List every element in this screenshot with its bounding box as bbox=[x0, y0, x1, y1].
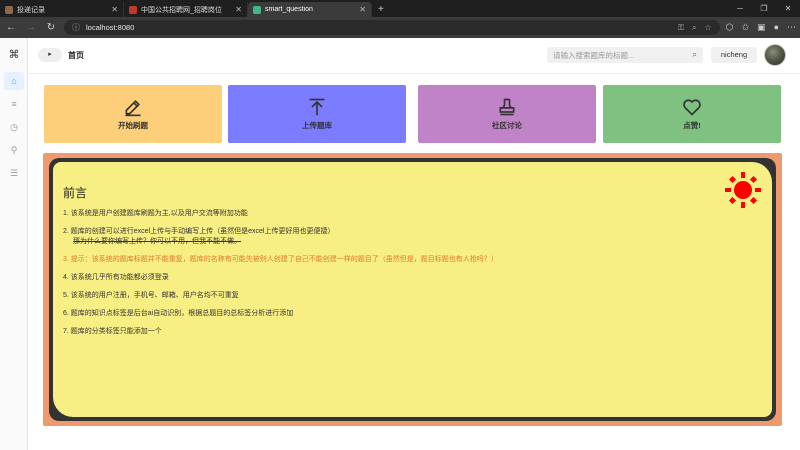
tile-label: 点赞! bbox=[683, 121, 701, 130]
upload-bank-tile[interactable]: 上传题库 bbox=[228, 85, 406, 143]
pencil-icon bbox=[125, 100, 141, 117]
new-tab-button[interactable]: + bbox=[372, 2, 390, 17]
close-icon[interactable]: ✕ bbox=[359, 5, 366, 14]
minimize-icon[interactable]: ─ bbox=[728, 4, 752, 13]
list-icon: ≡ bbox=[11, 99, 17, 109]
page-title: 首页 bbox=[68, 51, 84, 60]
user-icon: ⚲ bbox=[10, 145, 18, 155]
logo-icon[interactable]: ⌘ bbox=[6, 47, 22, 63]
notice-title: 前言 bbox=[63, 186, 88, 200]
notice-item-2-text: 2. 题库的创建可以进行excel上传与手动编写上传（虽然但是excel上传更好… bbox=[63, 228, 335, 235]
close-window-icon[interactable]: ✕ bbox=[776, 4, 800, 13]
search-box: ⌕ bbox=[547, 47, 703, 63]
close-icon[interactable]: ✕ bbox=[111, 5, 118, 14]
address-bar: ← → ↻ ⓘ localhost:8080 ⚿ ⌕ ☆ ⬡ ✩ ▣ ● ⋯ bbox=[0, 17, 800, 38]
home-icon: ⌂ bbox=[11, 76, 17, 86]
reload-icon[interactable]: ↻ bbox=[44, 22, 58, 33]
back-icon[interactable]: ← bbox=[4, 22, 18, 33]
search-icon[interactable]: ⌕ bbox=[692, 23, 696, 33]
header: ▸ 首页 ⌕ nicheng bbox=[28, 38, 800, 74]
tab-favicon bbox=[5, 5, 13, 14]
notice-item-3: 3. 提示：该系统的题库标题并不能重复，题库的名称有可能先被别人创建了自己不能创… bbox=[63, 256, 498, 263]
notice-item-4: 4. 该系统几乎所有功能都必须登录 bbox=[63, 274, 169, 281]
sidebar-item-clock[interactable]: ◷ bbox=[4, 118, 24, 136]
username-button[interactable]: nicheng bbox=[711, 47, 757, 63]
browser-tab-bar: 投递记录 ✕ 中国公共招聘网_招聘岗位 ✕ smart_question ✕ +… bbox=[0, 0, 800, 17]
tab-title: smart_question bbox=[265, 6, 313, 13]
like-tile[interactable]: 点赞! bbox=[603, 85, 781, 143]
tile-label: 开始刷题 bbox=[118, 121, 148, 130]
forward-icon[interactable]: → bbox=[24, 22, 38, 33]
search-icon[interactable]: ⌕ bbox=[693, 50, 697, 60]
browser-toolbar: ⬡ ✩ ▣ ● ⋯ bbox=[726, 22, 796, 33]
window-controls: ─ ❐ ✕ bbox=[728, 0, 800, 17]
sidebar-item-home[interactable]: ⌂ bbox=[4, 72, 24, 90]
restore-icon[interactable]: ❐ bbox=[752, 4, 776, 13]
heart-icon bbox=[683, 99, 701, 116]
clock-icon: ◷ bbox=[10, 122, 18, 132]
main-content: 开始刷题 上传题库 社区讨论 点赞! 前言 1. 该系统是用户创建题库刷题为主,… bbox=[36, 80, 792, 446]
notice-item-1: 1. 该系统是用户创建题库刷题为主,以及用户交流等附加功能 bbox=[63, 210, 248, 217]
browser-tab-3[interactable]: smart_question ✕ bbox=[248, 2, 372, 17]
tab-favicon bbox=[253, 5, 261, 14]
notice-item-5: 5. 该系统的用户注册，手机号、邮箱、用户名均不可重复 bbox=[63, 292, 239, 299]
sun-icon bbox=[725, 172, 761, 208]
browser-tab-2[interactable]: 中国公共招聘网_招聘岗位 ✕ bbox=[124, 2, 248, 17]
tab-favicon bbox=[129, 5, 137, 14]
notice-strike-text: 那为什么要你编写上传？你可以不用，但我不能不做。 bbox=[73, 238, 241, 245]
search-input[interactable] bbox=[553, 50, 693, 60]
notice-panel: 前言 1. 该系统是用户创建题库刷题为主,以及用户交流等附加功能 2. 题库的创… bbox=[43, 153, 782, 426]
notice-item-2: 2. 题库的创建可以进行excel上传与手动编写上传（虽然但是excel上传更好… bbox=[63, 227, 762, 247]
profile-icon[interactable]: ● bbox=[774, 22, 779, 33]
notice-item-6: 6. 题库的知识点标签是后台ai自动识别，根据总题目的总标签分析进行添加 bbox=[63, 310, 294, 317]
key-icon[interactable]: ⚿ bbox=[678, 23, 684, 33]
tab-title: 中国公共招聘网_招聘岗位 bbox=[141, 6, 222, 14]
upload-icon bbox=[309, 98, 325, 116]
info-icon[interactable]: ⓘ bbox=[72, 22, 80, 33]
tile-label: 社区讨论 bbox=[492, 121, 522, 130]
url-field[interactable]: ⓘ localhost:8080 ⚿ ⌕ ☆ bbox=[64, 20, 720, 35]
menu-icon[interactable]: ⋯ bbox=[787, 22, 796, 33]
filter-icon: ☰ bbox=[9, 168, 19, 178]
notice-item-7: 7. 题库的分类标签只能添加一个 bbox=[63, 328, 162, 335]
favorites-icon[interactable]: ✩ bbox=[742, 22, 750, 33]
stamp-icon bbox=[499, 98, 515, 116]
page: ⌘ ⌂ ≡ ◷ ⚲ ☰ ▸ 首页 ⌕ nicheng 开始刷题 bbox=[0, 38, 800, 450]
sidebar-item-list[interactable]: ≡ bbox=[4, 95, 24, 113]
sidebar-item-filter[interactable]: ☰ bbox=[4, 164, 24, 182]
browser-tab-1[interactable]: 投递记录 ✕ bbox=[0, 2, 124, 17]
community-tile[interactable]: 社区讨论 bbox=[418, 85, 596, 143]
notice-frame: 前言 1. 该系统是用户创建题库刷题为主,以及用户交流等附加功能 2. 题库的创… bbox=[49, 158, 776, 421]
close-icon[interactable]: ✕ bbox=[235, 5, 242, 14]
tab-title: 投递记录 bbox=[17, 6, 45, 14]
start-practice-tile[interactable]: 开始刷题 bbox=[44, 85, 222, 143]
avatar[interactable] bbox=[764, 44, 786, 66]
collections-icon[interactable]: ▣ bbox=[757, 22, 766, 33]
url-text: localhost:8080 bbox=[86, 23, 135, 32]
sidebar-item-user[interactable]: ⚲ bbox=[4, 141, 24, 159]
collapse-button[interactable]: ▸ bbox=[38, 48, 62, 62]
notice-card: 前言 1. 该系统是用户创建题库刷题为主,以及用户交流等附加功能 2. 题库的创… bbox=[53, 162, 772, 417]
sidebar: ⌘ ⌂ ≡ ◷ ⚲ ☰ bbox=[0, 38, 28, 450]
star-icon[interactable]: ☆ bbox=[704, 23, 711, 33]
tile-label: 上传题库 bbox=[302, 121, 332, 130]
extensions-icon[interactable]: ⬡ bbox=[726, 22, 734, 33]
